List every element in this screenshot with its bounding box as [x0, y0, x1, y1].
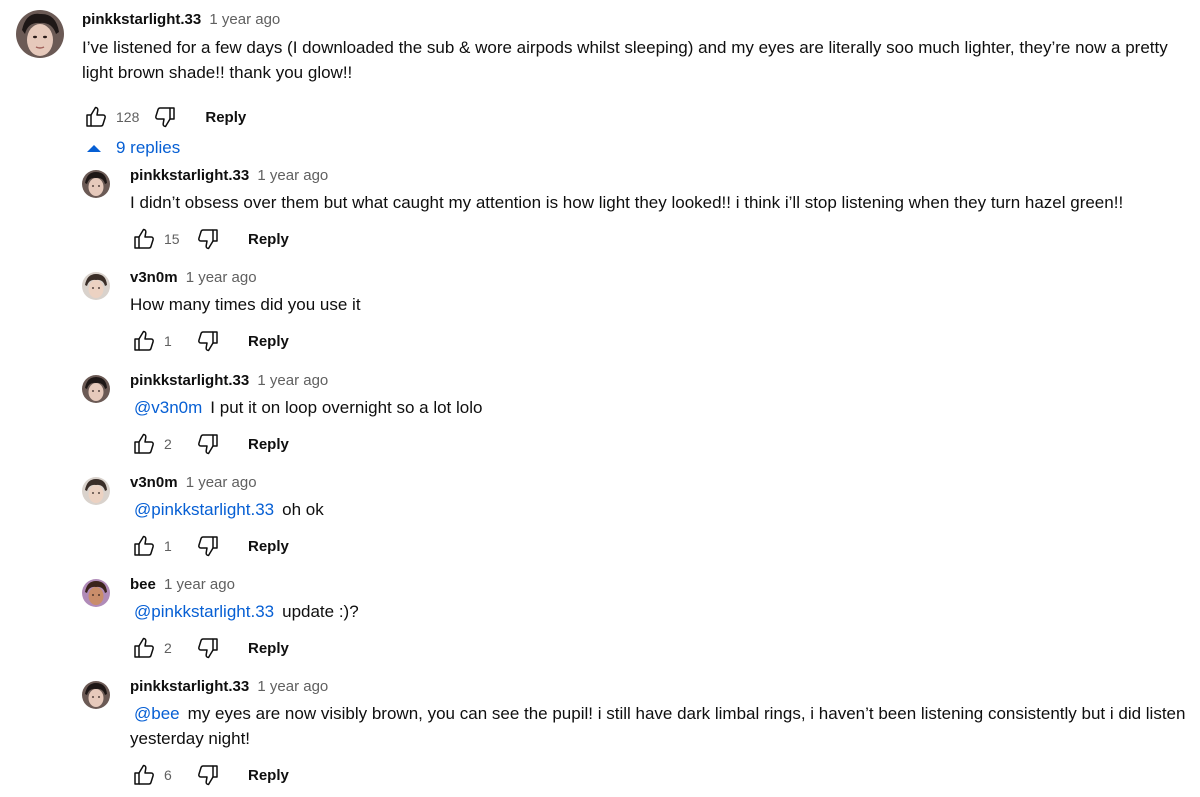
reply-button[interactable]: Reply: [248, 436, 289, 453]
thumbs-down-icon: [198, 765, 218, 786]
mention-link[interactable]: @bee: [134, 704, 180, 723]
like-count: 6: [164, 767, 172, 783]
reply-author[interactable]: bee: [130, 576, 156, 593]
reply-actions: 15 Reply: [130, 219, 1190, 259]
dislike-button[interactable]: [194, 225, 222, 253]
triangle-up-icon: [87, 145, 101, 152]
reply-timestamp[interactable]: 1 year ago: [257, 167, 328, 184]
reply-timestamp[interactable]: 1 year ago: [186, 269, 257, 286]
like-button[interactable]: [130, 532, 158, 560]
reply-button[interactable]: Reply: [248, 538, 289, 555]
reply-text: I didn’t obsess over them but what caugh…: [130, 190, 1190, 215]
reply-author[interactable]: pinkkstarlight.33: [130, 167, 249, 184]
dislike-button[interactable]: [151, 103, 179, 131]
dislike-button[interactable]: [194, 327, 222, 355]
mention-link[interactable]: @v3n0m: [134, 398, 202, 417]
reply-actions: 1 Reply: [130, 526, 1190, 566]
reply-timestamp[interactable]: 1 year ago: [257, 678, 328, 695]
thumbs-up-icon: [134, 764, 154, 785]
comment-author[interactable]: pinkkstarlight.33: [82, 11, 201, 28]
reply-button[interactable]: Reply: [248, 333, 289, 350]
like-count: 1: [164, 333, 172, 349]
comment-text: I’ve listened for a few days (I download…: [82, 38, 1168, 82]
reply-actions: 6 Reply: [130, 755, 1190, 795]
like-button[interactable]: [130, 634, 158, 662]
comment-actions: 128 Reply: [82, 97, 1192, 137]
replies-toggle[interactable]: 9 replies: [86, 136, 180, 160]
reply-button[interactable]: Reply: [248, 767, 289, 784]
thumbs-up-icon: [134, 637, 154, 658]
avatar[interactable]: [82, 272, 110, 300]
reply-actions: 2 Reply: [130, 424, 1190, 464]
reply-text: @v3n0m I put it on loop overnight so a lo…: [130, 395, 1190, 420]
thumbs-up-icon: [134, 330, 154, 351]
reply-author[interactable]: v3n0m: [130, 474, 178, 491]
mention-link[interactable]: @pinkkstarlight.33: [134, 500, 274, 519]
thumbs-down-icon: [198, 331, 218, 352]
reply-button[interactable]: Reply: [248, 640, 289, 657]
dislike-button[interactable]: [194, 430, 222, 458]
reply-content: I didn’t obsess over them but what caugh…: [130, 193, 1124, 212]
reply-content: my eyes are now visibly brown, you can s…: [130, 704, 1186, 748]
thumbs-up-icon: [134, 535, 154, 556]
dislike-button[interactable]: [194, 532, 222, 560]
replies-count-label: 9 replies: [116, 138, 181, 157]
reply-author[interactable]: pinkkstarlight.33: [130, 678, 249, 695]
like-count: 15: [164, 231, 180, 247]
reply-timestamp[interactable]: 1 year ago: [164, 576, 235, 593]
dislike-button[interactable]: [194, 634, 222, 662]
reply-author[interactable]: v3n0m: [130, 269, 178, 286]
reply-text: @pinkkstarlight.33 oh ok: [130, 497, 1190, 522]
avatar[interactable]: [82, 681, 110, 709]
reply-content: How many times did you use it: [130, 295, 361, 314]
thumbs-up-icon: [134, 433, 154, 454]
thumbs-down-icon: [198, 536, 218, 557]
reply-content: update :)?: [282, 602, 359, 621]
reply-text: How many times did you use it: [130, 292, 1190, 317]
avatar[interactable]: [16, 10, 64, 58]
reply-actions: 1 Reply: [130, 321, 1190, 361]
like-button[interactable]: [130, 225, 158, 253]
dislike-button[interactable]: [194, 761, 222, 789]
thumbs-down-icon: [198, 434, 218, 455]
reply-button[interactable]: Reply: [205, 109, 246, 126]
reply-timestamp[interactable]: 1 year ago: [257, 372, 328, 389]
like-button[interactable]: [130, 761, 158, 789]
reply-timestamp[interactable]: 1 year ago: [186, 474, 257, 491]
comments-section: pinkkstarlight.33 1 year ago I’ve listen…: [0, 0, 1200, 797]
like-count: 128: [116, 109, 140, 125]
avatar[interactable]: [82, 170, 110, 198]
thumbs-down-icon: [155, 107, 176, 128]
avatar[interactable]: [82, 579, 110, 607]
like-count: 1: [164, 538, 172, 554]
avatar[interactable]: [82, 477, 110, 505]
like-count: 2: [164, 640, 172, 656]
like-count: 2: [164, 436, 172, 452]
like-button[interactable]: [130, 430, 158, 458]
reply-content: oh ok: [282, 500, 324, 519]
mention-link[interactable]: @pinkkstarlight.33: [134, 602, 274, 621]
thumbs-up-icon: [86, 106, 106, 127]
like-button[interactable]: [82, 103, 110, 131]
comment-timestamp[interactable]: 1 year ago: [209, 11, 280, 28]
reply-text: @bee my eyes are now visibly brown, you c…: [130, 701, 1190, 751]
like-button[interactable]: [130, 327, 158, 355]
thumbs-down-icon: [198, 638, 218, 659]
reply-button[interactable]: Reply: [248, 231, 289, 248]
reply-text: @pinkkstarlight.33 update :)?: [130, 599, 1190, 624]
thumbs-down-icon: [198, 229, 218, 250]
thumbs-up-icon: [134, 228, 154, 249]
reply-content: I put it on loop overnight so a lot lolo: [210, 398, 483, 417]
avatar[interactable]: [82, 375, 110, 403]
reply-actions: 2 Reply: [130, 628, 1190, 668]
reply-author[interactable]: pinkkstarlight.33: [130, 372, 249, 389]
